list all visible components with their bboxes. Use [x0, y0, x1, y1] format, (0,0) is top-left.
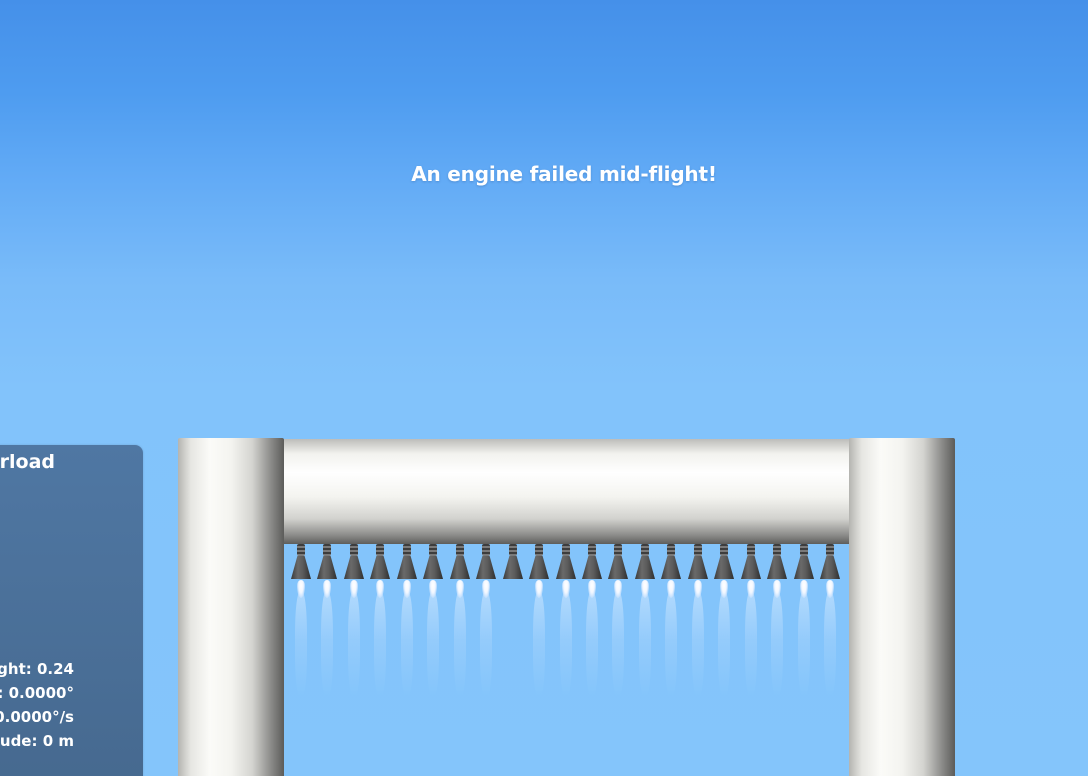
engine: [793, 544, 815, 580]
engine-flame: [346, 580, 362, 700]
stat-altitude: Altitude: 0 m: [0, 732, 74, 750]
left-fuel-tank: [178, 438, 284, 776]
engine-flame: [319, 580, 335, 700]
engine-flame: [558, 580, 574, 700]
flight-info-panel: Overload Thrust/Weight: 0.24 Angle: 0.00…: [0, 445, 143, 776]
engine: [740, 544, 762, 580]
engine: [819, 544, 841, 580]
notification-text: An engine failed mid-flight!: [411, 162, 717, 186]
engine: [766, 544, 788, 580]
engine-flame: [796, 580, 812, 700]
engine: [555, 544, 577, 580]
engine-flame: [531, 580, 547, 700]
engine-flame: [293, 580, 309, 700]
engine-flame: [452, 580, 468, 700]
engine: [581, 544, 603, 580]
engine-flame: [637, 580, 653, 700]
stat-rotation: Rotation: 0.0000°/s: [0, 708, 74, 726]
right-fuel-tank: [849, 438, 955, 776]
engine-flame: [399, 580, 415, 700]
engine: [634, 544, 656, 580]
engine-flame: [663, 580, 679, 700]
engine-flame: [769, 580, 785, 700]
engine-flame: [478, 580, 494, 700]
engine: [475, 544, 497, 580]
engine: [369, 544, 391, 580]
engine: [607, 544, 629, 580]
engine: [528, 544, 550, 580]
engine-flame: [425, 580, 441, 700]
engine: [449, 544, 471, 580]
engine: [343, 544, 365, 580]
panel-title: Overload: [0, 451, 55, 473]
engine: [713, 544, 735, 580]
engine: [422, 544, 444, 580]
engine-flame: [822, 580, 838, 700]
engine-flame: [610, 580, 626, 700]
engine: [660, 544, 682, 580]
engine-flame: [372, 580, 388, 700]
engine: [290, 544, 312, 580]
engine: [396, 544, 418, 580]
engine-flame: [716, 580, 732, 700]
engine-flame: [743, 580, 759, 700]
failed-engine: [502, 544, 524, 580]
top-fuel-tank: [284, 439, 849, 544]
stat-angle: Angle: 0.0000°: [0, 684, 74, 702]
engine: [316, 544, 338, 580]
engine-flame: [584, 580, 600, 700]
engine-flame: [690, 580, 706, 700]
stat-thrust-weight: Thrust/Weight: 0.24: [0, 660, 74, 678]
engine: [687, 544, 709, 580]
flight-stats: Thrust/Weight: 0.24 Angle: 0.0000° Rotat…: [0, 657, 74, 753]
